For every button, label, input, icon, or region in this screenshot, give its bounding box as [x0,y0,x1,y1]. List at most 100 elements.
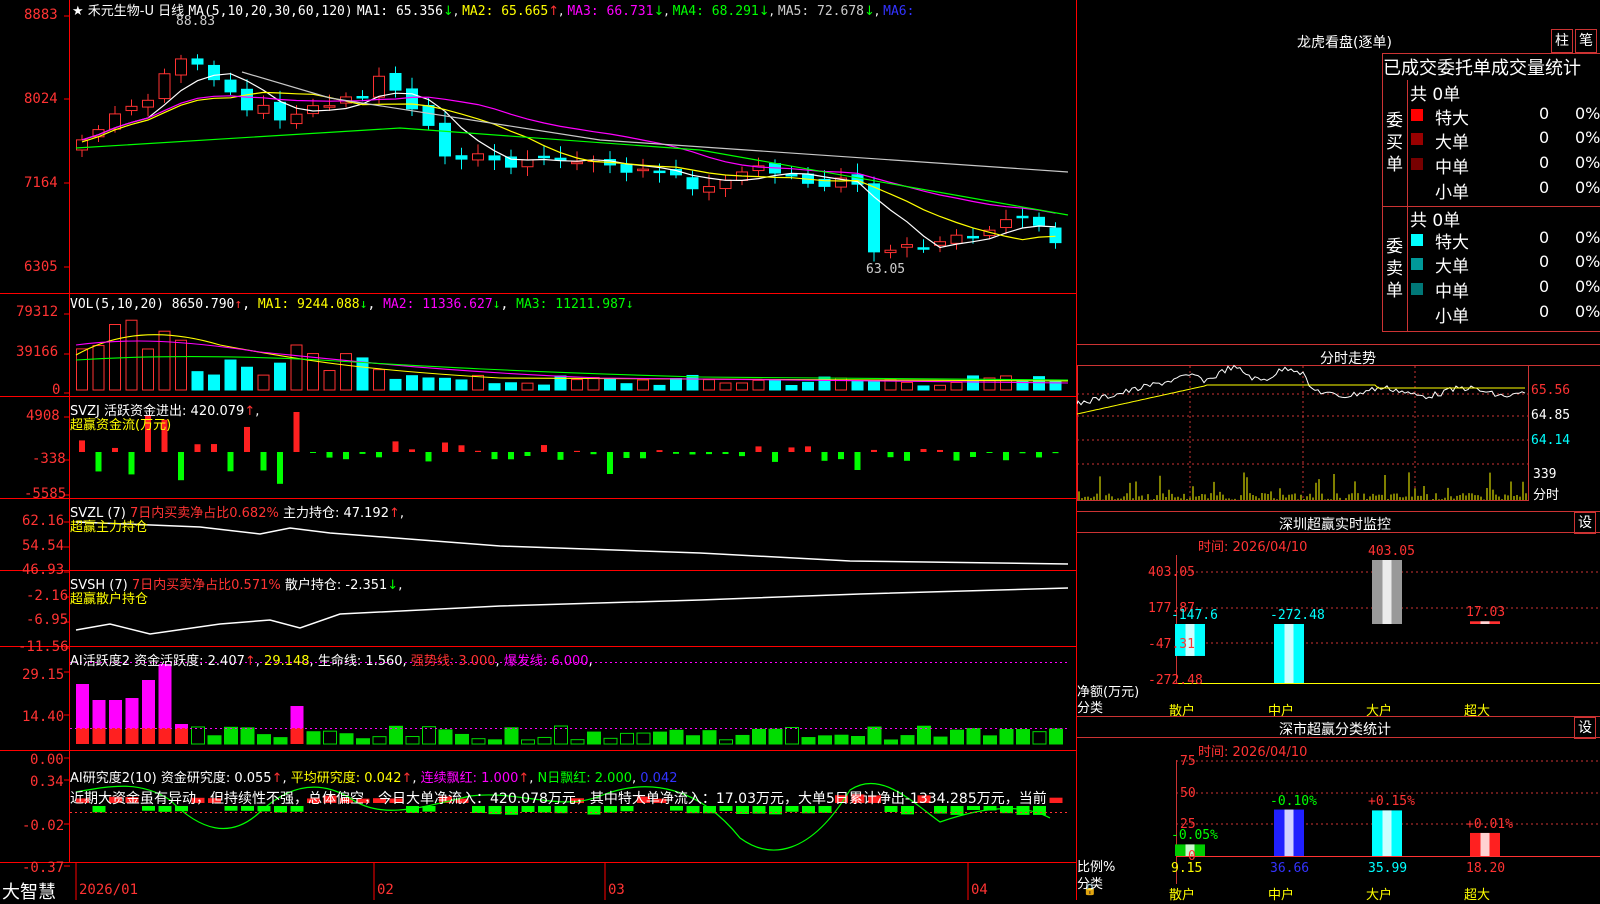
fund-flow-bar [1052,452,1059,454]
fund-flow-bar [838,452,844,460]
ma6-value: MA6: [883,4,915,19]
ma5-value: MA5: 72.678 [777,4,864,19]
classify-settings-button[interactable]: 设 [1574,717,1596,739]
activity-bar [735,734,750,745]
intraday-axis-low: 64.14 [1531,433,1571,448]
activity-bar [339,733,354,745]
sell-row-name: 中单 [1435,282,1469,302]
svsh-axis-mid: -6.95 [26,612,69,628]
classify-bar-value: 18.20 [1466,861,1506,876]
volume-bar [439,377,451,391]
fund-flow-bar [590,452,597,455]
fund-flow-bar [310,452,316,454]
fund-flow-bar [574,450,580,452]
classify-time: 时间: 2026/04/10 [1198,745,1308,760]
activity-bar [950,729,964,745]
monitor-settings-button[interactable]: 设 [1574,512,1596,534]
candle [125,105,138,112]
fund-flow-bar [194,444,201,452]
ai1-axis-zero: 0.00 [30,752,64,768]
candle [521,159,534,168]
volume-bar [604,378,616,391]
fund-flow-bar [458,445,465,452]
fund-flow-bar [623,452,630,458]
candle [241,88,253,111]
buy-l-swatch [1411,133,1423,145]
buy-row-pct: 0% [1575,128,1600,147]
volume-bar [769,379,781,391]
bar-mode-button[interactable]: 柱 [1551,29,1573,53]
sell-row-name: 小单 [1435,307,1469,327]
candle [274,101,286,121]
activity-bar [224,726,238,745]
classification-bar-chart[interactable] [1077,716,1600,900]
volume-bar [142,348,154,391]
sell-row-pct: 0% [1575,277,1600,296]
fund-flow-bar [805,446,811,452]
buy-row-count: 0 [1539,153,1550,172]
fund-flow-bar [343,452,349,460]
activity-bar [306,731,321,745]
activity-bar [768,728,783,745]
vol-axis-top: 79312 [16,304,59,320]
activity-bar [356,738,370,745]
ma5-line [241,71,1069,173]
classify-category-label: 超大 [1464,888,1491,903]
sell-m-swatch [1411,283,1423,295]
activity-bar [175,728,188,744]
buy-row-count: 0 [1539,104,1550,123]
activity-bar [191,726,205,745]
volume-bar [175,339,187,391]
activity-bar [900,735,915,745]
monitor-xlabel: 分类 [1077,701,1104,716]
ma1-value: MA1: 65.356 [356,4,443,19]
stock-name[interactable]: 禾元生物-U [88,4,154,19]
candle [323,105,336,108]
activity-bar [867,726,882,745]
bar-highlight [1382,810,1392,856]
candle [1033,216,1045,226]
activity-bar [240,727,255,745]
activity-bar [142,680,155,728]
candle [356,95,369,99]
volume-bar [901,381,913,391]
tick-mode-button[interactable]: 笔 [1575,29,1597,53]
activity-bar [933,736,948,745]
vol-axis-zero: 0 [52,382,61,398]
volume-bar [818,376,831,391]
volume-bar [1033,376,1045,391]
svzl-sub-label: 超赢主力持仓 [70,520,149,535]
candle [373,75,385,98]
activity-bar [570,739,585,745]
dragon-tiger-panel: 龙虎看盘(逐单) 柱 笔 已成交委托单成交量统计 委买单 委卖单 共 0单 共 … [1077,0,1600,345]
activity-bar [125,698,139,728]
activity-bar [1016,729,1030,745]
svzj-axis-mid: -338 [32,451,66,467]
x-axis-label-jan: 2026/01 [79,882,139,898]
bar-highlight [1480,832,1490,856]
activity-bar [521,739,535,745]
activity-bar [966,728,981,745]
fund-flow-bar [772,452,778,462]
main-holding-line [75,521,1069,565]
bar-highlight [1284,809,1294,856]
sell-row-pct: 0% [1575,252,1600,271]
volume-bar [109,324,121,391]
candlestick-chart[interactable] [0,0,1077,900]
buy-m-swatch [1411,158,1423,170]
volume-bars [76,319,1062,391]
intraday-unit: 分时 [1533,488,1560,503]
candle [538,155,550,159]
fund-flow-bar [673,452,679,454]
volume-bar [538,384,550,391]
activity-bar [983,735,997,745]
moving-average-lines [75,71,1069,249]
intraday-chart[interactable] [1077,344,1600,509]
ma3-value: MA3: 66.731 [567,4,654,19]
candle [455,155,468,160]
fund-flow-bar [508,452,514,460]
low-price-label: 63.05 [866,262,906,277]
volume-bar [125,319,138,391]
fund-flow-bar [722,452,729,455]
volume-bar [158,330,171,391]
